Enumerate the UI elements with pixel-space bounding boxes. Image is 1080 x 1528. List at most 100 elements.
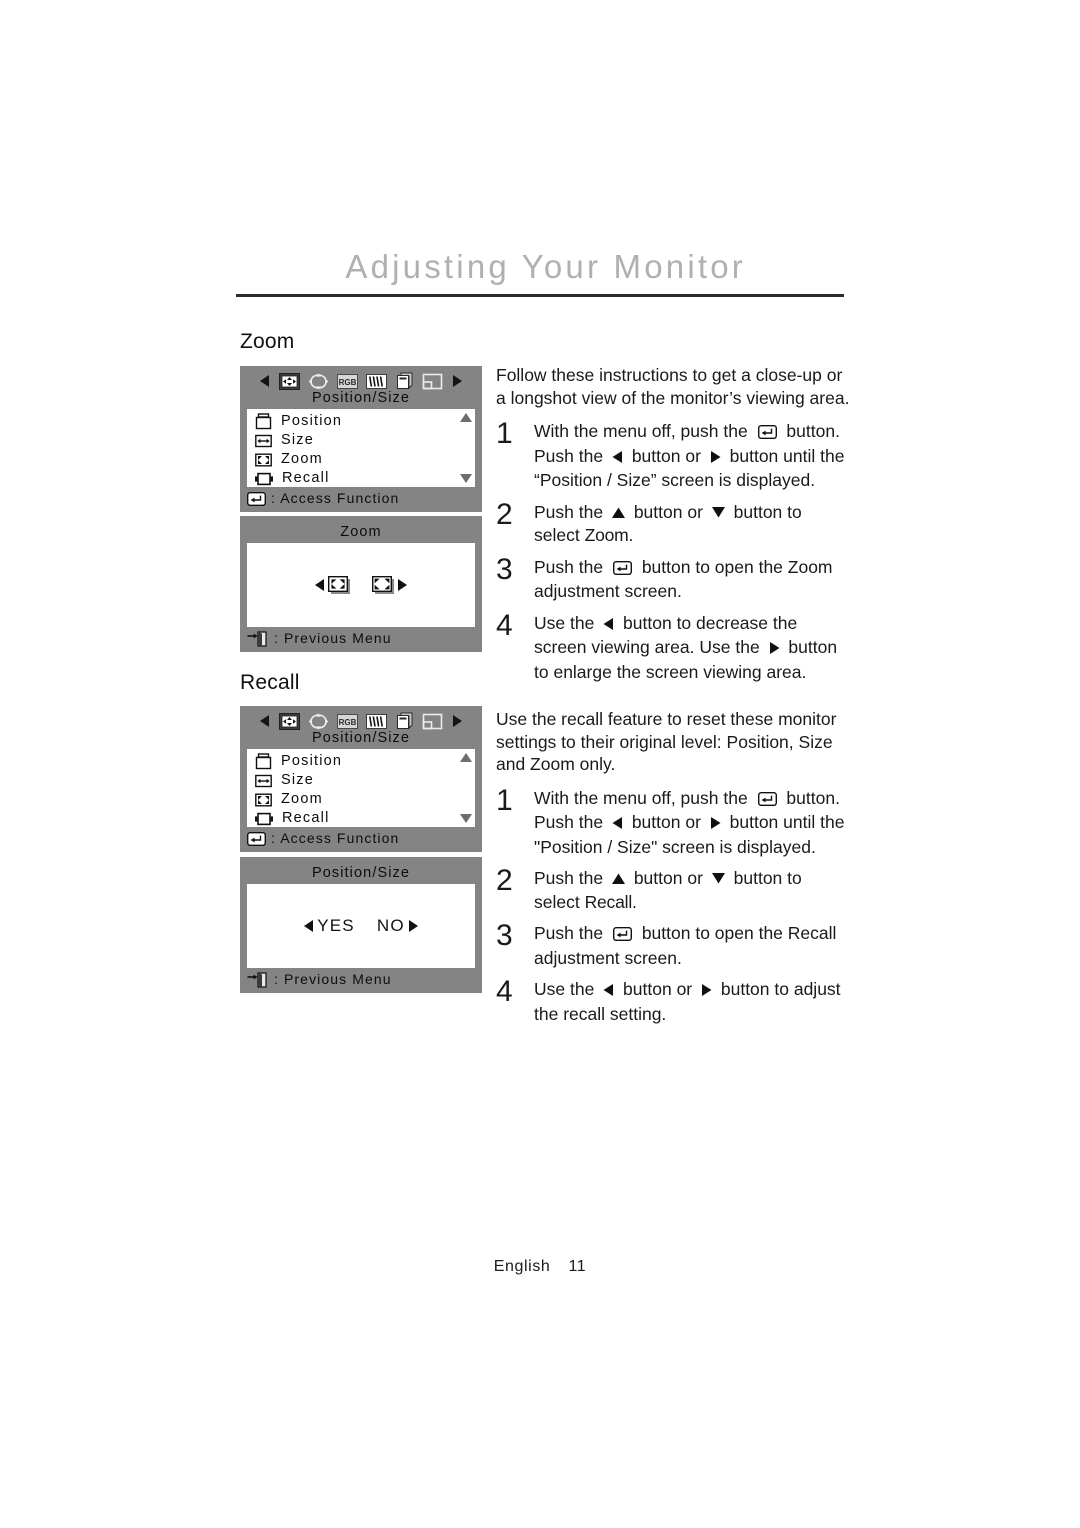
left-arrow-icon [602, 980, 615, 1003]
left-arrow-icon [602, 614, 615, 637]
position-menu-icon [255, 413, 272, 430]
enter-key-icon [612, 924, 632, 947]
enter-key-icon [247, 831, 266, 846]
step-number: 2 [496, 497, 513, 531]
position-size-icon [279, 712, 300, 730]
recall-menu-icon [255, 812, 273, 826]
up-arrow-icon [611, 868, 626, 891]
emphasized-term: Zoom [584, 525, 629, 545]
osd-menu-item-label: Size [281, 772, 315, 788]
step-number: 3 [496, 919, 513, 952]
step-number: 1 [496, 783, 513, 817]
step-item: 3 Push the button to open the Zoom adjus… [496, 554, 852, 603]
prev-arrow-icon [259, 374, 271, 388]
exit-door-icon [247, 630, 269, 647]
osd-menu-item-label: Recall [282, 470, 330, 486]
enter-key-icon [757, 789, 777, 812]
osd-menu-item-label: Recall [282, 810, 330, 826]
osd-menu-item-recall[interactable]: Recall [255, 469, 475, 488]
osd-footer-label: : Access Function [271, 830, 400, 846]
section-intro: Follow these instructions to get a close… [496, 365, 850, 408]
geometry-icon [308, 713, 329, 730]
osd-menu-item-zoom[interactable]: Zoom [255, 790, 475, 809]
osd-menu-list: Position Size Zoom Recall [247, 409, 475, 487]
step-number: 4 [496, 608, 513, 642]
step-item: 2 Push the button or button to select Zo… [496, 497, 852, 547]
footer-page-number: 11 [568, 1258, 587, 1275]
scroll-up-icon[interactable] [460, 753, 472, 762]
step-item: 4 Use the button to decrease the screen … [496, 608, 852, 684]
osd-menu-list: Position Size Zoom Recall [247, 749, 475, 827]
osd-menu-item-label: Zoom [281, 791, 323, 807]
page-footer: English 11 [0, 1258, 1080, 1276]
enter-key-icon [247, 491, 266, 506]
down-arrow-icon [711, 868, 726, 891]
step-text: Push the button or button to select Zoom… [534, 501, 802, 546]
zoom-increase-control[interactable] [372, 576, 407, 594]
osd-footer-label: : Previous Menu [274, 971, 392, 987]
osd-menu-item-position[interactable]: Position [255, 412, 475, 431]
osd-menu-item-size[interactable]: Size [255, 431, 475, 450]
osd-footer-label: : Previous Menu [274, 630, 392, 646]
left-arrow-icon[interactable] [315, 579, 324, 591]
down-arrow-icon [711, 502, 726, 525]
osd-screenshot-position-size-menu-2: RGB Position/Size Position Size Zoom Rec… [240, 706, 482, 852]
step-text: Push the button to open the Zoom adjustm… [534, 556, 833, 602]
step-text: Push the button to open the Recall adjus… [534, 923, 837, 968]
osd-icon [395, 712, 414, 730]
osd-icon [395, 372, 414, 390]
right-arrow-icon [700, 980, 713, 1003]
information-icon [422, 373, 443, 390]
left-arrow-icon [611, 813, 624, 836]
next-arrow-icon [451, 374, 463, 388]
recall-widget-row: YES NO [247, 917, 475, 935]
zoom-out-icon [328, 576, 350, 594]
zoom-in-icon [372, 576, 394, 594]
step-text: With the menu off, push the button. Push… [534, 421, 845, 490]
recall-no-control[interactable]: NO [377, 917, 418, 935]
osd-menu-item-label: Position [281, 413, 343, 429]
recall-yes-control[interactable]: YES [304, 917, 355, 935]
footer-language: English [493, 1258, 551, 1275]
zoom-decrease-control[interactable] [315, 576, 350, 594]
step-item: 2 Push the button or button to select Re… [496, 864, 852, 913]
step-text: With the menu off, push the button. Push… [534, 787, 845, 857]
step-number: 2 [496, 864, 513, 897]
information-icon [422, 713, 443, 730]
left-arrow-icon [611, 447, 624, 470]
zoom-widget-row [247, 576, 475, 594]
moire-icon [366, 713, 387, 729]
right-arrow-icon[interactable] [408, 920, 418, 932]
left-arrow-icon[interactable] [304, 920, 314, 932]
osd-screenshot-position-size-menu: RGB Position/Size Position Size Zoom Rec… [240, 366, 482, 512]
osd-menu-item-size[interactable]: Size [255, 771, 475, 790]
recall-yes-label: YES [317, 916, 355, 935]
scroll-up-icon[interactable] [460, 413, 472, 422]
step-text: Use the button to decrease the screen vi… [534, 612, 838, 682]
recall-menu-icon [255, 472, 273, 486]
header-divider [236, 293, 844, 297]
rgb-icon: RGB [337, 373, 358, 389]
section-intro: Use the recall feature to reset these mo… [496, 709, 837, 774]
right-arrow-icon[interactable] [398, 579, 407, 591]
osd-menu-item-recall[interactable]: Recall [255, 809, 475, 828]
recall-no-label: NO [376, 916, 405, 935]
scroll-down-icon[interactable] [460, 814, 472, 823]
osd-adjust-area [247, 543, 475, 627]
scroll-down-icon[interactable] [460, 474, 472, 483]
step-list: 1 With the menu off, push the button. Pu… [496, 783, 852, 1026]
right-arrow-icon [768, 638, 781, 661]
position-size-icon [279, 372, 300, 390]
step-text: Push the button or button to select Reca… [534, 868, 802, 912]
position-menu-icon [255, 753, 272, 770]
osd-title: Zoom [340, 524, 382, 540]
next-arrow-icon [451, 714, 463, 728]
size-menu-icon [255, 434, 272, 448]
osd-menu-item-label: Zoom [281, 451, 323, 467]
section-heading-recall: Recall [240, 671, 300, 694]
instructions-zoom: Follow these instructions to get a close… [496, 364, 852, 692]
osd-menu-item-zoom[interactable]: Zoom [255, 450, 475, 469]
prev-arrow-icon [259, 714, 271, 728]
osd-title: Position/Size [311, 390, 411, 406]
osd-menu-item-position[interactable]: Position [255, 752, 475, 771]
